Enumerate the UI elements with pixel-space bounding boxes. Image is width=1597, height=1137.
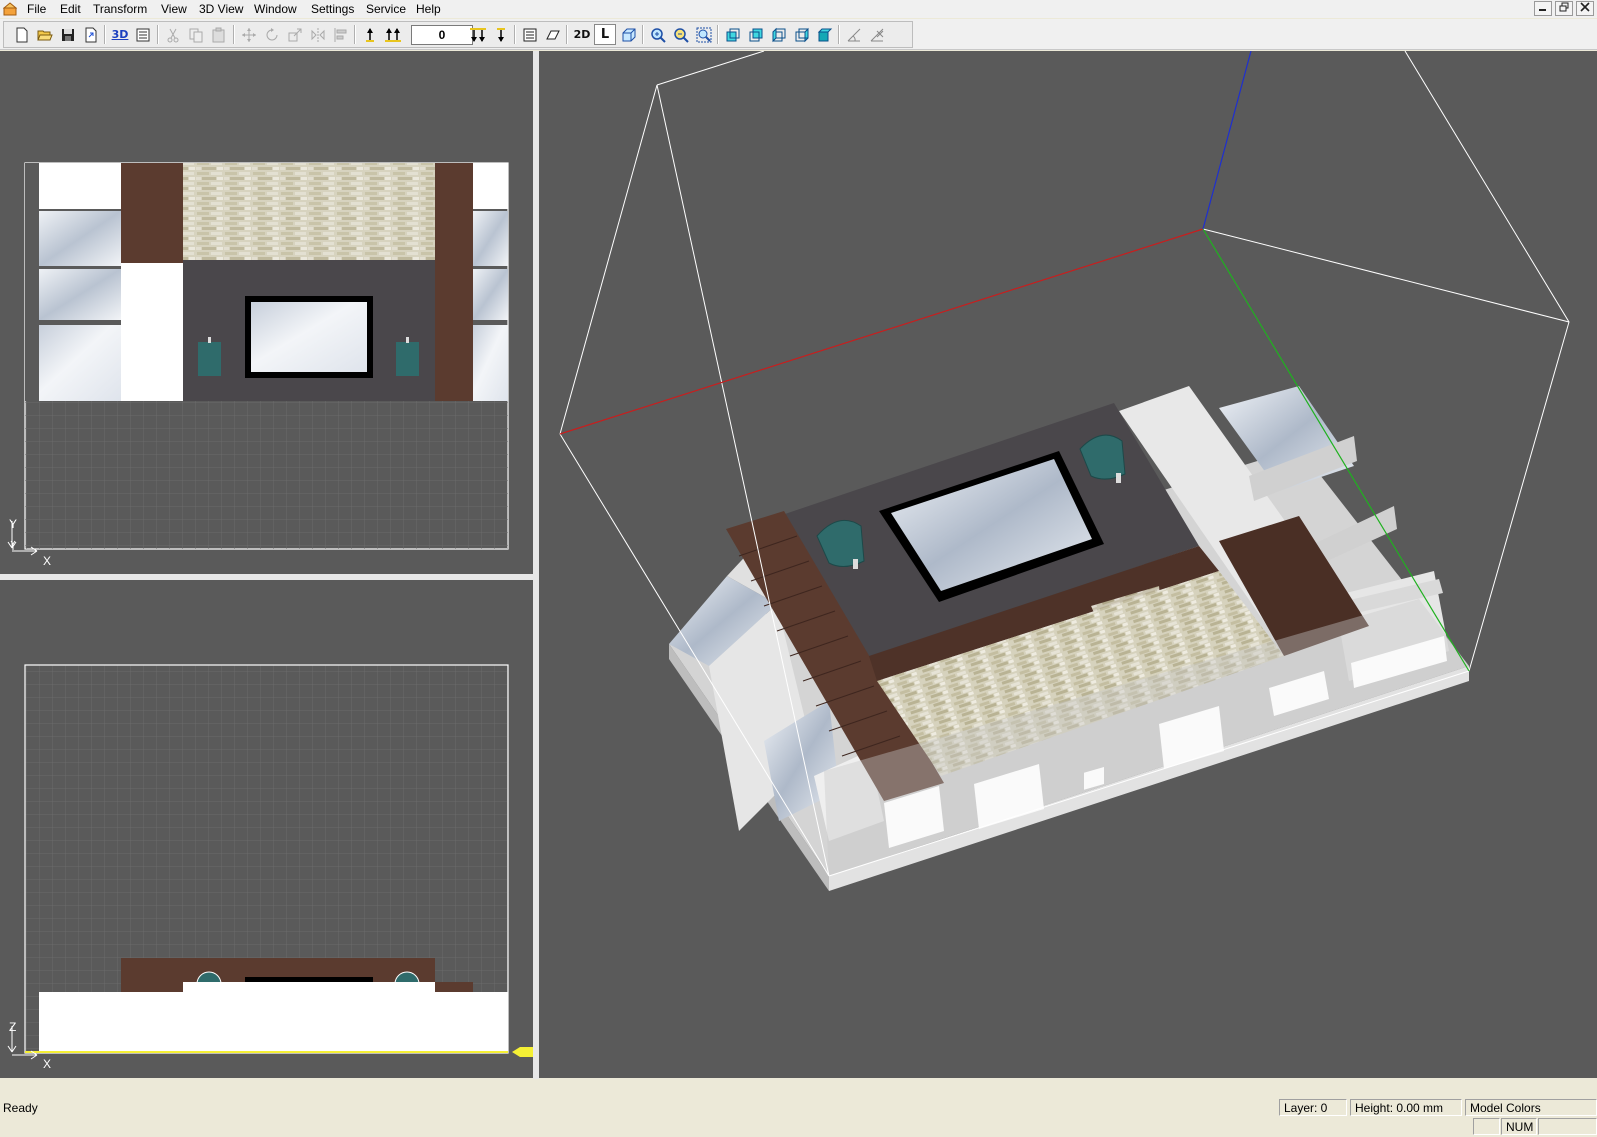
menu-bar: File Edit Transform View 3D View Window … bbox=[0, 0, 1597, 18]
perspective-view-viewport[interactable] bbox=[539, 51, 1597, 1078]
front-view-axis-x-label: X bbox=[43, 1057, 52, 1071]
view-right-icon[interactable] bbox=[791, 24, 813, 45]
new-icon[interactable] bbox=[11, 24, 33, 45]
top-glass-panel bbox=[39, 211, 121, 266]
tv-screen bbox=[251, 302, 367, 372]
zoom-fit-icon[interactable] bbox=[693, 24, 715, 45]
bbox-line bbox=[656, 51, 765, 86]
3d-view-icon[interactable]: 3D bbox=[109, 24, 131, 45]
wall-lamp-left bbox=[198, 342, 221, 376]
status-layer: Layer: 0 bbox=[1279, 1099, 1347, 1116]
view-2d-button[interactable]: 2D bbox=[571, 24, 593, 45]
menu-settings[interactable]: Settings bbox=[308, 1, 357, 17]
paste-icon[interactable] bbox=[208, 24, 230, 45]
status-bar: Ready Layer: 0 Height: 0.00 mm Model Col… bbox=[0, 1099, 1597, 1137]
move-icon[interactable] bbox=[238, 24, 260, 45]
level-down-icon[interactable] bbox=[490, 24, 512, 45]
menu-help[interactable]: Help bbox=[413, 1, 444, 17]
list-icon[interactable] bbox=[519, 24, 541, 45]
cut-icon[interactable] bbox=[162, 24, 184, 45]
status-colors: Model Colors bbox=[1465, 1099, 1597, 1116]
front-view-axis-z-label: Z bbox=[9, 1020, 17, 1034]
menu-edit[interactable]: Edit bbox=[57, 1, 84, 17]
export-icon[interactable] bbox=[80, 24, 102, 45]
top-view-axis-x-label: X bbox=[43, 554, 52, 568]
view-front-icon[interactable] bbox=[722, 24, 744, 45]
view-top-icon[interactable] bbox=[814, 24, 836, 45]
status-text: Ready bbox=[3, 1101, 38, 1115]
top-glass-panel bbox=[39, 325, 121, 401]
top-shelf-white bbox=[39, 163, 121, 209]
level-marker-icon bbox=[512, 1047, 533, 1057]
minimize-icon[interactable] bbox=[1534, 1, 1552, 16]
app-icon[interactable] bbox=[2, 2, 18, 16]
open-icon[interactable] bbox=[34, 24, 56, 45]
menu-3d-view[interactable]: 3D View bbox=[196, 1, 246, 17]
layer-input[interactable]: 0 bbox=[411, 25, 473, 45]
perspective-scene bbox=[559, 51, 1570, 891]
menu-service[interactable]: Service bbox=[363, 1, 409, 17]
z-axis-line bbox=[1202, 51, 1252, 230]
top-glass-panel bbox=[39, 269, 121, 320]
view-back-icon[interactable] bbox=[745, 24, 767, 45]
zoom-in-icon[interactable] bbox=[647, 24, 669, 45]
front-white-base bbox=[39, 992, 508, 1052]
status-height: Height: 0.00 mm bbox=[1350, 1099, 1462, 1116]
wood-column-right bbox=[435, 163, 473, 401]
menu-window[interactable]: Window bbox=[251, 1, 300, 17]
stone-wall bbox=[183, 163, 435, 260]
x-axis-line bbox=[559, 228, 1204, 435]
mirror-icon[interactable] bbox=[307, 24, 329, 45]
copy-icon[interactable] bbox=[185, 24, 207, 45]
disable-icon[interactable] bbox=[866, 24, 888, 45]
view-l-button[interactable]: L bbox=[594, 24, 616, 45]
menu-transform[interactable]: Transform bbox=[90, 1, 150, 17]
front-view-scene bbox=[7, 664, 533, 1060]
rotate-icon[interactable] bbox=[261, 24, 283, 45]
top-view-grid bbox=[25, 401, 508, 549]
front-view-viewport[interactable]: Z X bbox=[0, 580, 533, 1078]
align-icon[interactable] bbox=[330, 24, 352, 45]
status-num: NUM bbox=[1501, 1118, 1537, 1135]
wood-column-left bbox=[121, 163, 183, 263]
view-left-icon[interactable] bbox=[768, 24, 790, 45]
top-view-viewport[interactable]: Y X bbox=[0, 51, 533, 574]
level-up-all-icon[interactable] bbox=[382, 24, 404, 45]
white-cabinet bbox=[121, 263, 183, 401]
measure-icon[interactable] bbox=[843, 24, 865, 45]
zoom-out-icon[interactable] bbox=[670, 24, 692, 45]
level-up-icon[interactable] bbox=[359, 24, 381, 45]
bbox-line bbox=[1202, 228, 1570, 323]
properties-icon[interactable] bbox=[132, 24, 154, 45]
scale-icon[interactable] bbox=[284, 24, 306, 45]
level-down-all-icon[interactable] bbox=[467, 24, 489, 45]
box-icon[interactable] bbox=[618, 24, 640, 45]
save-icon[interactable] bbox=[57, 24, 79, 45]
top-view-scene bbox=[7, 162, 509, 556]
restore-icon[interactable] bbox=[1555, 1, 1573, 16]
menu-file[interactable]: File bbox=[24, 1, 49, 17]
perspective-icon[interactable] bbox=[542, 24, 564, 45]
top-view-axis-y-label: Y bbox=[9, 517, 18, 531]
wall-lamp-right bbox=[396, 342, 419, 376]
close-icon[interactable] bbox=[1576, 1, 1594, 16]
menu-view[interactable]: View bbox=[158, 1, 190, 17]
